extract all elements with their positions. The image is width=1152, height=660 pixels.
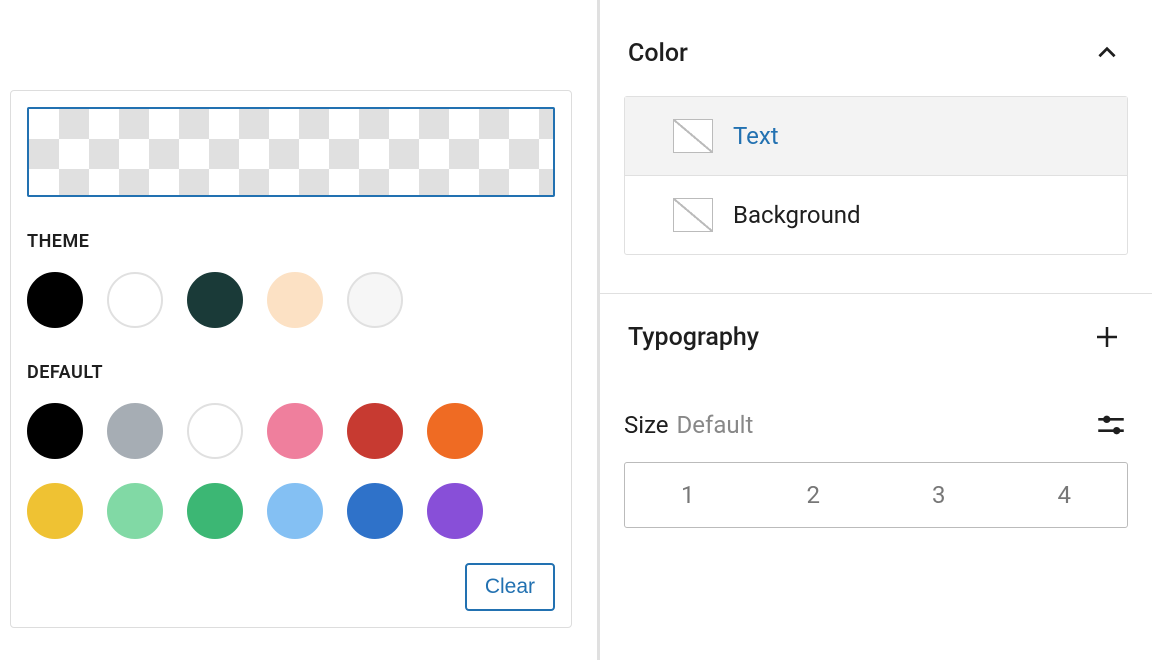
default-swatch-2[interactable] xyxy=(187,403,243,459)
current-color-preview[interactable] xyxy=(27,107,555,197)
color-item-background[interactable]: Background xyxy=(625,175,1127,254)
text-color-indicator xyxy=(673,119,713,153)
default-palette-label: DEFAULT xyxy=(27,362,555,383)
default-swatch-4[interactable] xyxy=(347,403,403,459)
theme-swatch-4[interactable] xyxy=(347,272,403,328)
background-color-indicator xyxy=(673,198,713,232)
sliders-icon[interactable] xyxy=(1094,408,1128,442)
color-picker-popover: THEME DEFAULT Clear xyxy=(10,90,572,628)
default-swatch-5[interactable] xyxy=(427,403,483,459)
default-swatch-6[interactable] xyxy=(27,483,83,539)
background-color-label: Background xyxy=(733,201,861,229)
text-color-label: Text xyxy=(733,122,779,150)
plus-icon[interactable] xyxy=(1090,320,1124,354)
default-swatch-0[interactable] xyxy=(27,403,83,459)
size-options: 1234 xyxy=(624,462,1128,528)
default-swatch-row xyxy=(27,403,555,539)
default-swatch-1[interactable] xyxy=(107,403,163,459)
color-items-list: Text Background xyxy=(624,96,1128,255)
size-option-2[interactable]: 2 xyxy=(751,463,877,527)
theme-swatch-0[interactable] xyxy=(27,272,83,328)
color-section-title: Color xyxy=(628,39,688,68)
size-value: Default xyxy=(677,411,754,439)
clear-button[interactable]: Clear xyxy=(465,563,555,611)
default-swatch-3[interactable] xyxy=(267,403,323,459)
chevron-up-icon xyxy=(1090,36,1124,70)
default-swatch-9[interactable] xyxy=(267,483,323,539)
typography-section-header[interactable]: Typography xyxy=(624,294,1128,380)
size-option-1[interactable]: 1 xyxy=(625,463,751,527)
size-label: Size xyxy=(624,411,669,439)
size-row: Size Default xyxy=(624,408,1128,442)
theme-swatch-1[interactable] xyxy=(107,272,163,328)
default-swatch-11[interactable] xyxy=(427,483,483,539)
color-item-text[interactable]: Text xyxy=(625,97,1127,175)
theme-palette-label: THEME xyxy=(27,231,555,252)
theme-swatch-3[interactable] xyxy=(267,272,323,328)
color-section-header[interactable]: Color xyxy=(624,10,1128,96)
default-swatch-10[interactable] xyxy=(347,483,403,539)
default-swatch-8[interactable] xyxy=(187,483,243,539)
theme-swatch-2[interactable] xyxy=(187,272,243,328)
size-option-3[interactable]: 3 xyxy=(876,463,1002,527)
theme-swatch-row xyxy=(27,272,555,328)
size-option-4[interactable]: 4 xyxy=(1002,463,1128,527)
settings-panel: Color Text Background Typography Size De… xyxy=(600,0,1152,660)
typography-section-title: Typography xyxy=(628,323,759,352)
default-swatch-7[interactable] xyxy=(107,483,163,539)
